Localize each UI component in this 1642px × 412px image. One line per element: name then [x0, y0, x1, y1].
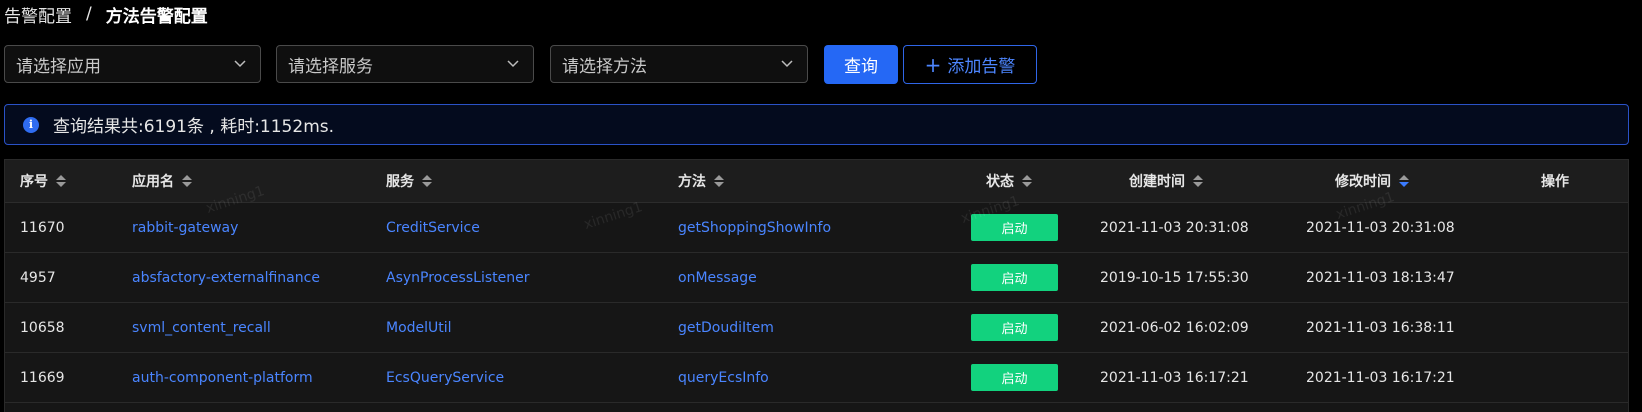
column-header-id[interactable]: 序号 — [20, 160, 66, 202]
breadcrumb-parent[interactable]: 告警配置 — [4, 2, 72, 27]
column-header-created[interactable]: 创建时间 — [1129, 160, 1203, 202]
chevron-down-icon — [505, 56, 521, 72]
status-badge[interactable]: 启动 — [971, 314, 1058, 341]
column-header-app-label: 应用名 — [132, 174, 174, 190]
chevron-down-icon — [232, 56, 248, 72]
cell-created: 2021-11-03 20:31:08 — [1100, 219, 1249, 236]
sort-icon[interactable] — [182, 175, 192, 187]
method-select[interactable]: 请选择方法 — [550, 45, 808, 83]
table-row: 4957 absfactory-externalfinance AsynProc… — [5, 253, 1628, 303]
breadcrumb: 告警配置 / 方法告警配置 — [4, 2, 208, 27]
column-header-service[interactable]: 服务 — [386, 160, 432, 202]
sort-icon[interactable] — [1022, 175, 1032, 187]
cell-service-link[interactable]: ModelUtil — [386, 303, 452, 352]
column-header-modified[interactable]: 修改时间 — [1335, 160, 1409, 202]
cell-id: 11670 — [20, 219, 65, 236]
sort-icon-active[interactable] — [1399, 175, 1409, 187]
alert-table: 序号 应用名 服务 方法 状态 创建时间 修改时间 操作 11670 rabbi… — [4, 159, 1629, 412]
cell-service-link[interactable]: CreditService — [386, 203, 480, 252]
column-header-method[interactable]: 方法 — [678, 160, 724, 202]
column-header-status-label: 状态 — [986, 174, 1014, 190]
cell-app-link[interactable]: rabbit-gateway — [132, 203, 238, 252]
sort-icon[interactable] — [1193, 175, 1203, 187]
plus-icon: + — [924, 52, 942, 77]
cell-method-link[interactable]: getDoudiItem — [678, 303, 774, 352]
method-select-placeholder: 请选择方法 — [562, 56, 647, 77]
query-result-alert: i 查询结果共:6191条 , 耗时:1152ms. — [4, 104, 1629, 145]
service-select-placeholder: 请选择服务 — [288, 56, 373, 77]
sort-icon[interactable] — [422, 175, 432, 187]
column-header-service-label: 服务 — [386, 174, 414, 190]
alert-config-page: 告警配置 / 方法告警配置 请选择应用 请选择服务 请选择方法 查询 + 添加告… — [0, 0, 1642, 412]
cell-app-link[interactable]: absfactory-externalfinance — [132, 253, 320, 302]
cell-method-link[interactable]: onMessage — [678, 253, 757, 302]
cell-method-link[interactable]: getShoppingShowInfo — [678, 203, 831, 252]
info-icon: i — [23, 116, 39, 133]
column-header-app[interactable]: 应用名 — [132, 160, 192, 202]
cell-id: 11669 — [20, 369, 65, 386]
cell-modified: 2021-11-03 18:13:47 — [1306, 269, 1455, 286]
cell-status: 启动 — [971, 253, 1058, 302]
column-header-method-label: 方法 — [678, 174, 706, 190]
cell-method-link[interactable]: queryEcsInfo — [678, 353, 769, 402]
query-button[interactable]: 查询 — [824, 45, 898, 84]
query-result-message: 查询结果共:6191条 , 耗时:1152ms. — [53, 117, 335, 137]
app-select-placeholder: 请选择应用 — [16, 56, 101, 77]
column-header-action-label: 操作 — [1541, 174, 1569, 190]
cell-modified: 2021-11-03 16:17:21 — [1306, 369, 1455, 386]
breadcrumb-separator: / — [86, 4, 92, 24]
add-alert-label: 添加告警 — [947, 57, 1016, 77]
chevron-down-icon — [779, 56, 795, 72]
column-header-created-label: 创建时间 — [1129, 174, 1185, 190]
status-badge[interactable]: 启动 — [971, 264, 1058, 291]
cell-created: 2021-06-02 16:02:09 — [1100, 319, 1249, 336]
cell-created: 2021-11-03 16:17:21 — [1100, 369, 1249, 386]
cell-status: 启动 — [971, 353, 1058, 402]
cell-service-link[interactable]: AsynProcessListener — [386, 253, 529, 302]
service-select[interactable]: 请选择服务 — [276, 45, 534, 83]
cell-modified: 2021-11-03 16:38:11 — [1306, 319, 1455, 336]
table-row: 11670 rabbit-gateway CreditService getSh… — [5, 203, 1628, 253]
status-badge[interactable]: 启动 — [971, 364, 1058, 391]
column-header-action: 操作 — [1541, 160, 1569, 202]
cell-app-link[interactable]: svml_content_recall — [132, 303, 271, 352]
table-header: 序号 应用名 服务 方法 状态 创建时间 修改时间 操作 — [5, 160, 1628, 203]
column-header-status[interactable]: 状态 — [986, 160, 1032, 202]
cell-status: 启动 — [971, 303, 1058, 352]
column-header-modified-label: 修改时间 — [1335, 174, 1391, 190]
cell-id: 4957 — [20, 269, 56, 286]
app-select[interactable]: 请选择应用 — [4, 45, 261, 83]
cell-created: 2019-10-15 17:55:30 — [1100, 269, 1249, 286]
cell-status: 启动 — [971, 203, 1058, 252]
column-header-id-label: 序号 — [20, 174, 48, 190]
cell-service-link[interactable]: EcsQueryService — [386, 353, 504, 402]
cell-app-link[interactable]: auth-component-platform — [132, 353, 313, 402]
cell-id: 10658 — [20, 319, 65, 336]
add-alert-button[interactable]: + 添加告警 — [903, 45, 1037, 84]
sort-icon[interactable] — [56, 175, 66, 187]
sort-icon[interactable] — [714, 175, 724, 187]
status-badge[interactable]: 启动 — [971, 214, 1058, 241]
table-row: 11669 auth-component-platform EcsQuerySe… — [5, 353, 1628, 403]
table-row: 10658 svml_content_recall ModelUtil getD… — [5, 303, 1628, 353]
breadcrumb-current: 方法告警配置 — [105, 6, 208, 27]
cell-modified: 2021-11-03 20:31:08 — [1306, 219, 1455, 236]
